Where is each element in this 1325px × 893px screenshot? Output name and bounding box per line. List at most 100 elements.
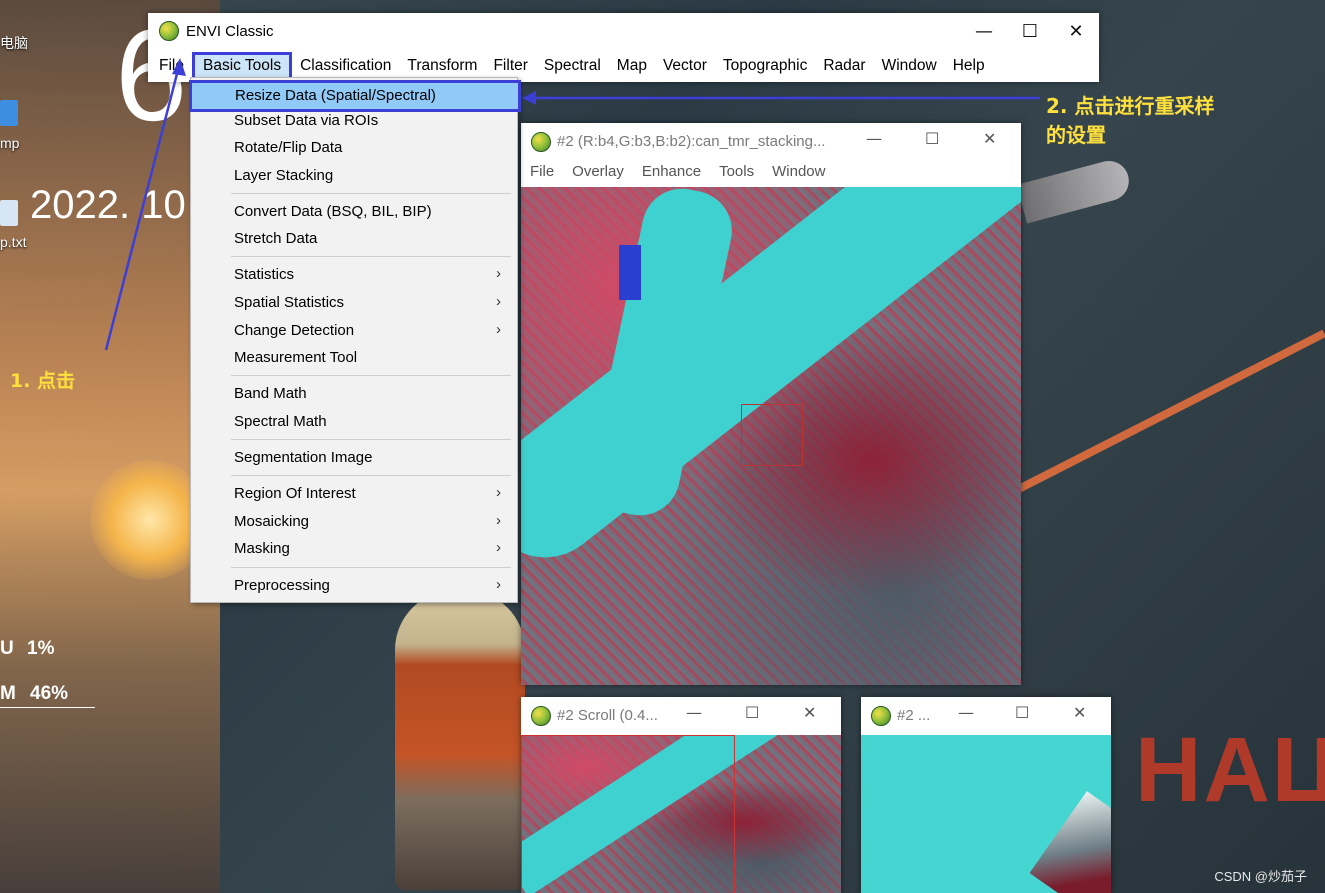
menu-item-band-math[interactable]: Band Math: [191, 381, 515, 407]
close-button[interactable]: ✕: [1053, 13, 1099, 49]
menu-item-segmentation-image[interactable]: Segmentation Image: [191, 445, 515, 471]
menu-item-label: Layer Stacking: [234, 167, 334, 184]
menu-window[interactable]: Window: [874, 53, 945, 79]
scroll-window: #2 Scroll (0.4... — ☐ ✕: [521, 697, 841, 893]
image-window-title: #2 (R:b4,G:b3,B:b2):can_tmr_stacking...: [557, 133, 826, 150]
menu-item-spectral-math[interactable]: Spectral Math: [191, 409, 515, 435]
menu-separator: [231, 256, 511, 257]
envi-logo-icon: [871, 706, 891, 726]
menu-map[interactable]: Map: [609, 53, 655, 79]
menu-item-label: Convert Data (BSQ, BIL, BIP): [234, 203, 432, 220]
image-menu-file[interactable]: File: [521, 161, 563, 187]
menu-item-layer-stacking[interactable]: Layer Stacking: [191, 163, 515, 189]
envi-logo-icon: [531, 706, 551, 726]
chevron-right-icon: ›: [496, 293, 501, 310]
basic-tools-dropdown: Resize Data (Spatial/Spectral) Subset Dat…: [189, 77, 521, 603]
desktop-icon-label-computer[interactable]: 电脑: [0, 33, 28, 53]
minimize-icon[interactable]: —: [958, 703, 974, 722]
menu-item-label: Measurement Tool: [234, 349, 358, 366]
menu-item-measurement-tool[interactable]: Measurement Tool: [191, 345, 515, 371]
app-icon[interactable]: [0, 100, 18, 126]
image-menu-window[interactable]: Window: [763, 161, 834, 187]
menu-item-label: Resize Data (Spatial/Spectral): [235, 87, 436, 104]
menu-separator: [231, 193, 511, 194]
chevron-right-icon: ›: [496, 321, 501, 338]
menu-item-label: Preprocessing: [234, 577, 330, 594]
maximize-icon[interactable]: ☐: [1015, 703, 1029, 722]
menu-item-label: Segmentation Image: [234, 449, 373, 466]
wallpaper-figure: [395, 590, 525, 890]
maximize-icon[interactable]: ☐: [925, 129, 939, 148]
zoom-window: #2 ... — ☐ ✕: [861, 697, 1111, 893]
menu-item-label: Region Of Interest: [234, 485, 356, 502]
menu-item-convert-data-bsq-bil-bip[interactable]: Convert Data (BSQ, BIL, BIP): [191, 199, 515, 225]
zoom-window-title: #2 ...: [897, 707, 931, 724]
menu-vector[interactable]: Vector: [655, 53, 715, 79]
menu-filter[interactable]: Filter: [485, 53, 535, 79]
menu-item-label: Statistics: [234, 266, 295, 283]
zoom-image[interactable]: [861, 735, 1111, 893]
menu-radar[interactable]: Radar: [815, 53, 873, 79]
annotation-step2-line2: 的设置: [1046, 123, 1106, 147]
minimize-icon[interactable]: —: [866, 129, 882, 148]
maximize-button[interactable]: ☐: [1007, 13, 1053, 49]
envi-main-window: ENVI Classic — ☐ ✕ File Basic Tools Clas…: [148, 13, 1099, 82]
menu-item-preprocessing[interactable]: Preprocessing ›: [191, 573, 515, 599]
image-window-titlebar[interactable]: #2 (R:b4,G:b3,B:b2):can_tmr_stacking... …: [521, 123, 1021, 161]
menu-item-label: Spatial Statistics: [234, 294, 345, 311]
menu-item-rotate-flip-data[interactable]: Rotate/Flip Data: [191, 135, 515, 161]
menu-basic-tools[interactable]: Basic Tools: [191, 51, 293, 80]
menu-item-mosaicking[interactable]: Mosaicking ›: [191, 509, 515, 535]
desktop-icon-label-temp[interactable]: mp: [0, 135, 19, 151]
image-window-menubar: File Overlay Enhance Tools Window: [521, 161, 834, 187]
menu-item-subset-data-via-rois[interactable]: Subset Data via ROIs: [191, 108, 515, 134]
menu-item-stretch-data[interactable]: Stretch Data: [191, 226, 515, 252]
minimize-icon[interactable]: —: [686, 703, 702, 722]
image-menu-tools[interactable]: Tools: [710, 161, 763, 187]
close-icon[interactable]: ✕: [983, 129, 996, 148]
menu-classification[interactable]: Classification: [292, 53, 399, 79]
zoom-shore: [1029, 791, 1111, 893]
image-menu-enhance[interactable]: Enhance: [633, 161, 710, 187]
menu-transform[interactable]: Transform: [399, 53, 485, 79]
arrow-step2-head: [522, 91, 536, 105]
envi-titlebar[interactable]: ENVI Classic — ☐ ✕: [148, 13, 1099, 49]
menu-separator: [231, 567, 511, 568]
scroll-window-titlebar[interactable]: #2 Scroll (0.4... — ☐ ✕: [521, 697, 841, 735]
menu-item-label: Mosaicking: [234, 513, 310, 530]
satellite-image[interactable]: [521, 187, 1021, 685]
zoom-window-titlebar[interactable]: #2 ... — ☐ ✕: [861, 697, 1111, 735]
minimize-button[interactable]: —: [961, 13, 1007, 49]
watermark: CSDN @炒茄子: [1214, 869, 1307, 884]
menu-item-label: Change Detection: [234, 322, 355, 339]
menu-item-region-of-interest[interactable]: Region Of Interest ›: [191, 481, 515, 507]
desktop-date: 2022. 10: [30, 183, 186, 227]
scroll-view-box[interactable]: [521, 735, 735, 893]
menu-item-label: Spectral Math: [234, 413, 327, 430]
menu-item-change-detection[interactable]: Change Detection ›: [191, 318, 515, 344]
menu-topographic[interactable]: Topographic: [715, 53, 815, 79]
desktop-icon-label-txt[interactable]: p.txt: [0, 234, 26, 250]
close-icon[interactable]: ✕: [1073, 703, 1086, 722]
menu-item-spatial-statistics[interactable]: Spatial Statistics ›: [191, 290, 515, 316]
menu-item-label: Masking: [234, 540, 290, 557]
menu-separator: [231, 475, 511, 476]
menu-help[interactable]: Help: [945, 53, 993, 79]
zoom-box[interactable]: [741, 404, 803, 466]
text-file-icon[interactable]: [0, 200, 18, 226]
maximize-icon[interactable]: ☐: [745, 703, 759, 722]
blue-pond: [619, 245, 641, 300]
menu-file[interactable]: File: [151, 53, 192, 79]
scroll-image[interactable]: [521, 735, 841, 893]
close-icon[interactable]: ✕: [803, 703, 816, 722]
chevron-right-icon: ›: [496, 576, 501, 593]
menu-spectral[interactable]: Spectral: [536, 53, 609, 79]
menu-item-statistics[interactable]: Statistics ›: [191, 262, 515, 288]
wallpaper-rocket: [1016, 156, 1134, 224]
image-menu-overlay[interactable]: Overlay: [563, 161, 633, 187]
annotation-step1: 1. 点击: [10, 370, 76, 392]
envi-logo-icon: [531, 132, 551, 152]
menu-item-masking[interactable]: Masking ›: [191, 536, 515, 562]
envi-window-title: ENVI Classic: [186, 22, 274, 40]
scroll-window-title: #2 Scroll (0.4...: [557, 707, 658, 724]
